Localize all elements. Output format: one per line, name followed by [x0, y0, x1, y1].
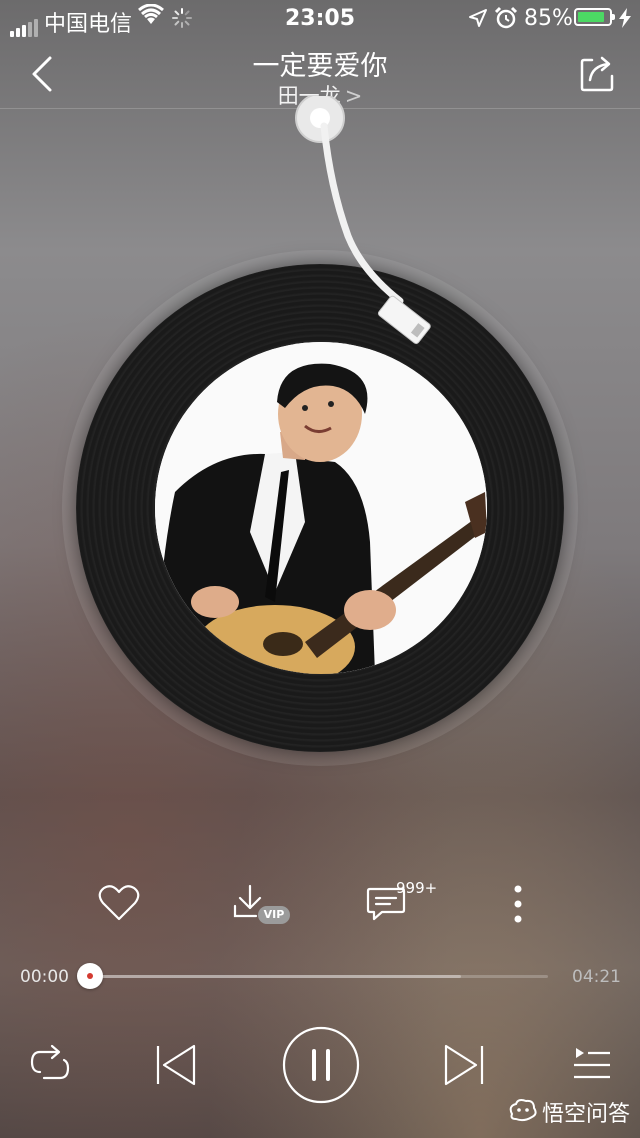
- song-title: 一定要爱你: [252, 51, 388, 82]
- pause-icon[interactable]: [281, 1025, 361, 1105]
- status-bar: 中国电信 23:05 85%: [0, 0, 640, 37]
- alarm-clock-icon: [494, 6, 518, 29]
- next-icon[interactable]: [442, 1042, 486, 1088]
- comment-count-badge: 999+: [396, 879, 438, 897]
- album-cover[interactable]: [155, 342, 487, 674]
- album-cover-photo: [155, 342, 487, 674]
- previous-icon[interactable]: [154, 1042, 198, 1088]
- watermark-text: 悟空问答: [542, 1102, 631, 1127]
- location-arrow-icon: [469, 9, 487, 27]
- progress-thumb[interactable]: [77, 963, 103, 989]
- tonearm-icon: [295, 96, 431, 344]
- battery-icon: [574, 8, 615, 26]
- battery-percent: 85%: [524, 6, 573, 31]
- share-icon[interactable]: [578, 50, 618, 94]
- progress-thumb-dot: [87, 973, 93, 979]
- buffer-bar: [90, 975, 461, 978]
- more-vertical-icon[interactable]: [512, 884, 524, 924]
- total-time: 04:21: [572, 967, 621, 987]
- charging-bolt-icon: [619, 8, 631, 28]
- heart-icon[interactable]: [98, 884, 140, 922]
- wukong-logo-icon: [509, 1099, 537, 1122]
- progress-track[interactable]: [90, 975, 548, 978]
- current-time: 00:00: [20, 967, 69, 987]
- playlist-icon[interactable]: [572, 1046, 612, 1082]
- vip-badge: VIP: [258, 906, 290, 924]
- repeat-icon[interactable]: [28, 1044, 72, 1084]
